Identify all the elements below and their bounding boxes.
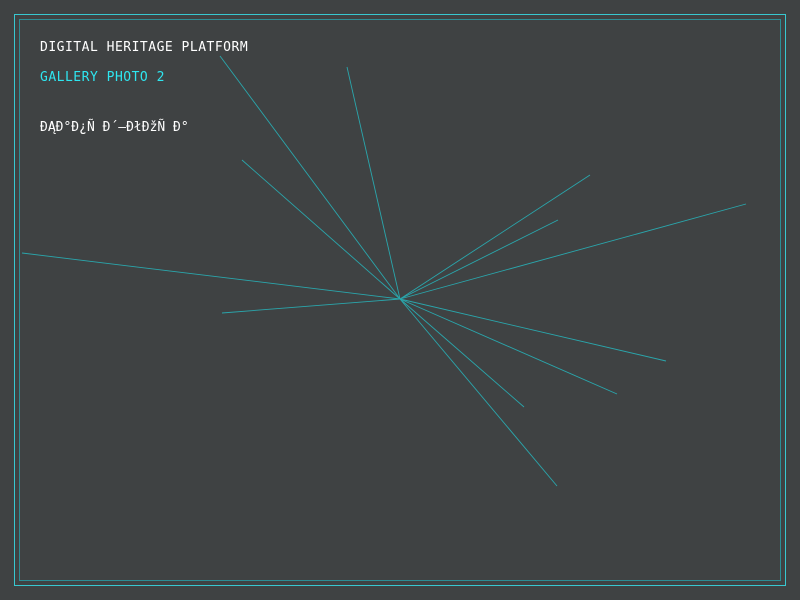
burst-line — [399, 219, 559, 300]
burst-line — [241, 159, 401, 300]
burst-line — [399, 298, 618, 395]
burst-line — [399, 298, 525, 408]
burst-line — [399, 174, 591, 300]
burst-line — [221, 298, 401, 314]
burst-line — [346, 66, 401, 300]
burst-line — [21, 252, 401, 300]
burst-line — [219, 55, 401, 300]
burst-line — [399, 298, 667, 362]
burst-lines — [21, 55, 747, 487]
burst-line — [399, 298, 558, 487]
burst-line — [399, 203, 747, 300]
line-burst-artwork — [21, 55, 747, 487]
